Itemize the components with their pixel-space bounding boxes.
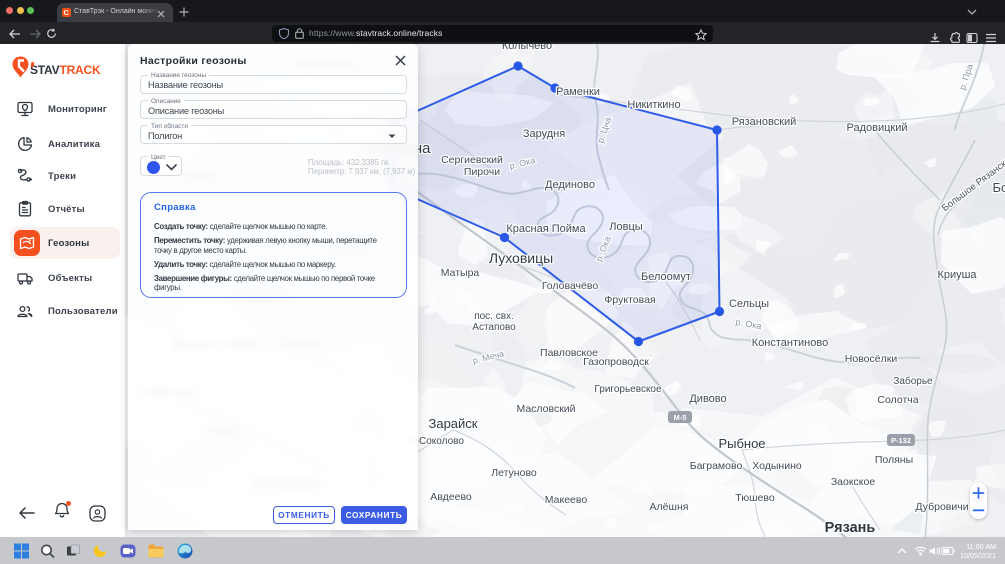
svg-text:Криуша: Криуша — [937, 269, 977, 281]
svg-text:Ходынино: Ходынино — [752, 460, 802, 472]
svg-text:Красная Пойма: Красная Пойма — [506, 223, 586, 235]
svg-text:Рязановский: Рязановский — [732, 116, 797, 128]
svg-text:М-5: М-5 — [674, 413, 687, 422]
svg-text:Зарудня: Зарудня — [523, 128, 565, 140]
svg-text:Бол: Бол — [992, 180, 1005, 195]
svg-text:Зарайск: Зарайск — [429, 416, 478, 431]
svg-text:и-Соколово: и-Соколово — [410, 436, 464, 447]
svg-text:Заокское: Заокское — [831, 476, 876, 488]
svg-text:Константиново: Константиново — [752, 337, 828, 349]
svg-text:Колычево: Колычево — [502, 44, 552, 52]
svg-text:Тюшево: Тюшево — [735, 492, 775, 504]
svg-text:Солотча: Солотча — [877, 394, 918, 406]
svg-text:Рязань: Рязань — [825, 520, 876, 536]
svg-text:Рыбное: Рыбное — [718, 436, 765, 451]
svg-text:Дединово: Дединово — [545, 179, 595, 191]
svg-text:Дубровичи: Дубровичи — [915, 501, 968, 513]
svg-text:Белоомут: Белоомут — [641, 271, 691, 283]
svg-text:Новосёлки: Новосёлки — [845, 353, 898, 365]
svg-text:Никиткино: Никиткино — [627, 99, 680, 111]
svg-text:Поляны: Поляны — [875, 454, 913, 466]
svg-text:Ловцы: Ловцы — [609, 221, 642, 233]
svg-text:Р-132: Р-132 — [891, 436, 911, 445]
svg-text:Пирочи: Пирочи — [464, 166, 500, 178]
svg-text:Астапово: Астапово — [472, 322, 516, 333]
svg-text:Фруктовая: Фруктовая — [604, 294, 655, 306]
svg-text:Баграмово: Баграмово — [690, 460, 743, 472]
svg-text:Головачёво: Головачёво — [542, 280, 599, 292]
svg-text:Григорьевское: Григорьевское — [594, 384, 662, 395]
svg-text:Авдеево: Авдеево — [430, 491, 472, 503]
svg-text:Раменки: Раменки — [556, 86, 600, 98]
svg-text:Макеево: Макеево — [545, 494, 588, 506]
svg-text:Радовицкий: Радовицкий — [846, 122, 907, 134]
svg-text:Матыра: Матыра — [441, 267, 480, 279]
svg-text:Луховицы: Луховицы — [489, 250, 553, 266]
svg-text:Сельцы: Сельцы — [729, 298, 769, 310]
svg-text:Летуново: Летуново — [491, 467, 537, 479]
svg-text:Заборье: Заборье — [893, 375, 933, 387]
svg-text:Масловский: Масловский — [516, 403, 575, 415]
svg-text:пос. свх.: пос. свх. — [474, 311, 514, 322]
svg-text:Алёшня: Алёшня — [650, 501, 689, 513]
svg-text:Газопроводск: Газопроводск — [583, 356, 649, 368]
svg-text:Сергиевский: Сергиевский — [441, 154, 503, 166]
svg-text:Дивово: Дивово — [689, 393, 726, 405]
